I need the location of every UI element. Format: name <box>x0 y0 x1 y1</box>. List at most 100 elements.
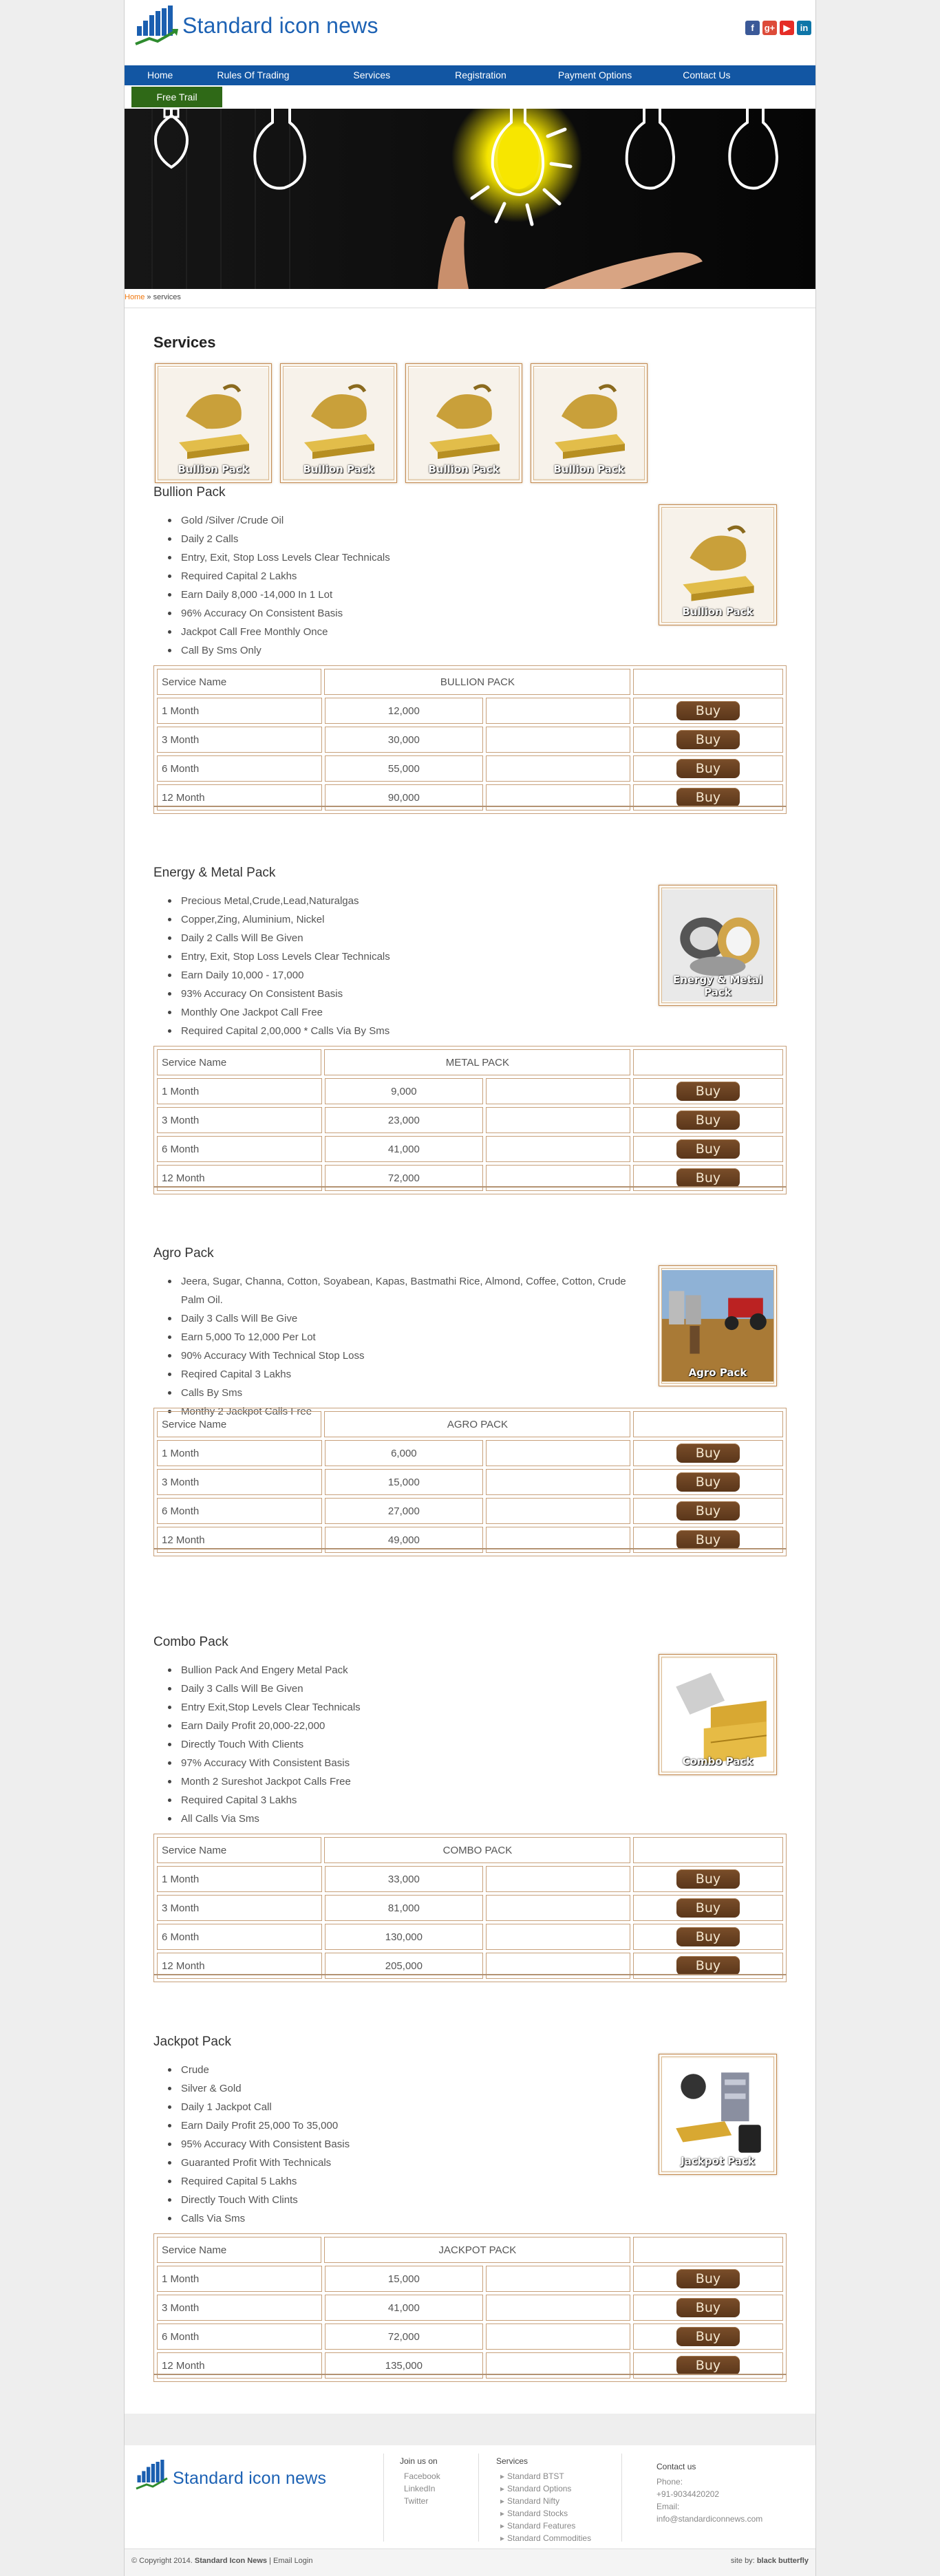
nav-registration[interactable]: Registration <box>455 65 506 85</box>
buy-button[interactable]: Buy <box>676 759 740 778</box>
table-header-row: Service Name COMBO PACK <box>156 1836 784 1865</box>
nav-services[interactable]: Services <box>353 65 390 85</box>
table-row: 6 Month 55,000 Buy <box>156 754 784 783</box>
empty-cell <box>485 1469 630 1495</box>
buy-button[interactable]: Buy <box>676 701 740 720</box>
footer-social-link[interactable]: Twitter <box>404 2495 440 2507</box>
buy-button[interactable]: Buy <box>676 1472 740 1492</box>
footer-email[interactable]: info@standardiconnews.com <box>656 2513 762 2525</box>
buy-button[interactable]: Buy <box>676 1082 740 1101</box>
breadcrumb-home-link[interactable]: Home <box>125 293 145 301</box>
empty-cell <box>485 1866 630 1892</box>
buy-button[interactable]: Buy <box>676 1927 740 1946</box>
buy-cell: Buy <box>632 1895 783 1921</box>
facebook-icon[interactable]: f <box>745 21 760 35</box>
site-logo[interactable]: Standard icon news <box>133 4 378 47</box>
buy-cell: Buy <box>632 1440 783 1466</box>
divider <box>621 2454 622 2542</box>
list-item: Entry Exit,Stop Levels Clear Technicals <box>153 1698 649 1717</box>
footer-email-label: Email: <box>656 2502 680 2511</box>
period-cell: 1 Month <box>157 1078 322 1104</box>
buy-button[interactable]: Buy <box>676 788 740 807</box>
footer-social-link[interactable]: Facebook <box>404 2470 440 2482</box>
buy-cell: Buy <box>632 698 783 724</box>
footer-service-link[interactable]: ▸ Standard Stocks <box>500 2507 591 2520</box>
pack-thumbnail[interactable]: Bullion Pack <box>155 363 272 483</box>
buy-button[interactable]: Buy <box>676 2356 740 2375</box>
empty-cell <box>485 2295 630 2321</box>
footer-service-link[interactable]: ▸ Standard BTST <box>500 2470 591 2482</box>
list-item: Calls Via Sms <box>153 2209 649 2228</box>
table-row: 6 Month 72,000 Buy <box>156 2322 784 2351</box>
header-empty-cell <box>633 1049 783 1075</box>
pack-section: Bullion Pack Gold /Silver /Crude Oil Daily… <box>153 485 787 814</box>
list-item: 93% Accuracy On Consistent Basis <box>153 985 649 1003</box>
list-item: Required Capital 5 Lakhs <box>153 2172 649 2191</box>
buy-button[interactable]: Buy <box>676 1139 740 1159</box>
list-item: Earn Daily 8,000 -14,000 In 1 Lot <box>153 586 649 604</box>
price-cell: 9,000 <box>324 1078 483 1104</box>
buy-button[interactable]: Buy <box>676 1530 740 1549</box>
period-cell: 6 Month <box>157 2323 322 2350</box>
price-cell: 55,000 <box>324 755 483 782</box>
buy-button[interactable]: Buy <box>676 730 740 749</box>
price-cell: 41,000 <box>324 1136 483 1162</box>
list-item: Daily 2 Calls <box>153 530 649 548</box>
pack-thumbnail[interactable]: Bullion Pack <box>405 363 522 483</box>
list-item: Call By Sms Only <box>153 641 649 660</box>
period-cell: 3 Month <box>157 1107 322 1133</box>
list-item: Guaranted Profit With Technicals <box>153 2154 649 2172</box>
price-cell: 15,000 <box>324 2266 483 2292</box>
header-service-name: Service Name <box>157 1049 322 1075</box>
google-plus-icon[interactable]: g+ <box>762 21 777 35</box>
buy-button[interactable]: Buy <box>676 2327 740 2346</box>
list-item: Required Capital 2,00,000 * Calls Via By… <box>153 1022 649 1040</box>
nav-rules-of-trading[interactable]: Rules Of Trading <box>217 65 289 85</box>
linkedin-icon[interactable]: in <box>797 21 811 35</box>
price-cell: 41,000 <box>324 2295 483 2321</box>
buy-cell: Buy <box>632 1498 783 1524</box>
footer-service-link[interactable]: ▸ Standard Options <box>500 2482 591 2495</box>
logo-text: Standard icon news <box>182 12 378 38</box>
buy-button[interactable]: Buy <box>676 1168 740 1188</box>
pack-image-label: Combo Pack <box>682 1755 754 1768</box>
youtube-icon[interactable]: ▶ <box>780 21 794 35</box>
footer-contact-heading: Contact us <box>656 2462 696 2471</box>
buy-button[interactable]: Buy <box>676 2269 740 2288</box>
free-trail-button[interactable]: Free Trail <box>131 87 222 107</box>
buy-button[interactable]: Buy <box>676 1443 740 1463</box>
nav-payment-options[interactable]: Payment Options <box>558 65 632 85</box>
buy-button[interactable]: Buy <box>676 1110 740 1130</box>
footer-email-login-link[interactable]: | Email Login <box>269 2557 312 2565</box>
header-empty-cell <box>633 1411 783 1437</box>
table-row: 1 Month 15,000 Buy <box>156 2264 784 2293</box>
footer-service-link-label: Standard Nifty <box>507 2496 560 2506</box>
table-row: 12 Month 90,000 Buy <box>156 783 784 812</box>
table-row: 1 Month 9,000 Buy <box>156 1077 784 1106</box>
pack-thumbnail[interactable]: Bullion Pack <box>531 363 648 483</box>
list-item: Monthly One Jackpot Call Free <box>153 1003 649 1022</box>
list-item: Directly Touch With Clints <box>153 2191 649 2209</box>
buy-button[interactable]: Buy <box>676 1869 740 1889</box>
footer-service-link[interactable]: ▸ Standard Nifty <box>500 2495 591 2507</box>
period-cell: 6 Month <box>157 1924 322 1950</box>
nav-contact-us[interactable]: Contact Us <box>683 65 730 85</box>
credit-name[interactable]: black butterfly <box>757 2557 809 2565</box>
buy-button[interactable]: Buy <box>676 1956 740 1975</box>
list-item: 95% Accuracy With Consistent Basis <box>153 2135 649 2154</box>
footer-social-link[interactable]: LinkedIn <box>404 2482 440 2495</box>
footer-phone-label: Phone: <box>656 2477 683 2487</box>
pack-image-label: Bullion Pack <box>428 463 500 475</box>
footer-logo[interactable]: Standard icon news <box>134 2460 326 2493</box>
copyright-bar: © Copyright 2014. Standard Icon News | E… <box>125 2548 815 2576</box>
buy-button[interactable]: Buy <box>676 2298 740 2317</box>
nav-home[interactable]: Home <box>147 65 173 85</box>
footer-service-link[interactable]: ▸ Standard Commodities <box>500 2532 591 2544</box>
pack-thumbnail[interactable]: Bullion Pack <box>280 363 397 483</box>
header-empty-cell <box>633 669 783 695</box>
bullion-pack-image: Bullion Pack <box>533 366 645 480</box>
buy-button[interactable]: Buy <box>676 1501 740 1521</box>
period-cell: 1 Month <box>157 1866 322 1892</box>
footer-service-link[interactable]: ▸ Standard Features <box>500 2520 591 2532</box>
buy-button[interactable]: Buy <box>676 1898 740 1918</box>
